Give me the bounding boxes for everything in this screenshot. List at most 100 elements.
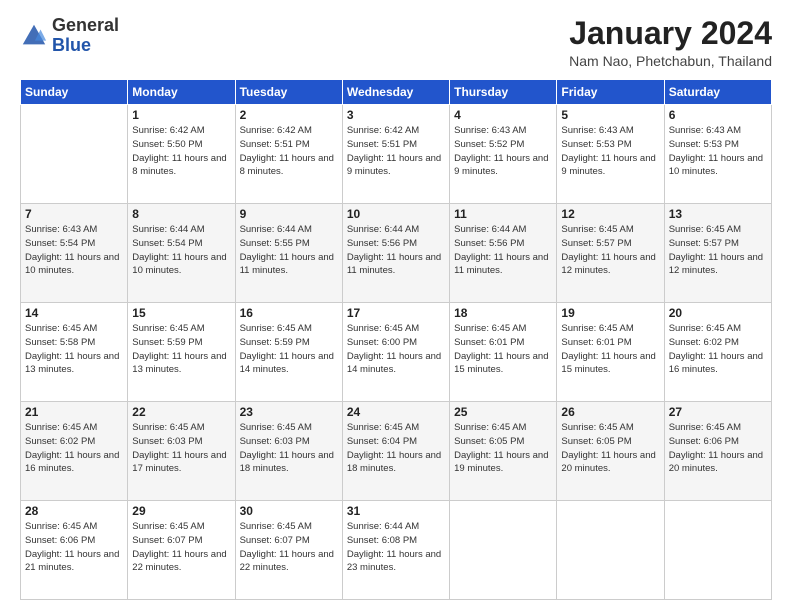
calendar-cell: 17 Sunrise: 6:45 AMSunset: 6:00 PMDayligh… xyxy=(342,303,449,402)
location: Nam Nao, Phetchabun, Thailand xyxy=(569,53,772,69)
logo-blue-text: Blue xyxy=(52,36,119,56)
cell-info: Sunrise: 6:43 AMSunset: 5:54 PMDaylight:… xyxy=(25,223,123,278)
day-number: 24 xyxy=(347,405,445,419)
page: General Blue January 2024 Nam Nao, Phetc… xyxy=(0,0,792,612)
calendar-cell: 1 Sunrise: 6:42 AMSunset: 5:50 PMDaylight… xyxy=(128,105,235,204)
day-number: 31 xyxy=(347,504,445,518)
day-header-wednesday: Wednesday xyxy=(342,80,449,105)
week-row-2: 14Sunrise: 6:45 AMSunset: 5:58 PMDayligh… xyxy=(21,303,772,402)
day-number: 4 xyxy=(454,108,552,122)
cell-info: Sunrise: 6:45 AMSunset: 6:07 PMDaylight:… xyxy=(240,520,338,575)
day-number: 28 xyxy=(25,504,123,518)
calendar-cell xyxy=(664,501,771,600)
cell-info: Sunrise: 6:45 AMSunset: 6:05 PMDaylight:… xyxy=(454,421,552,476)
day-number: 26 xyxy=(561,405,659,419)
logo-text: General Blue xyxy=(52,16,119,56)
week-row-1: 7 Sunrise: 6:43 AMSunset: 5:54 PMDaylight… xyxy=(21,204,772,303)
title-block: January 2024 Nam Nao, Phetchabun, Thaila… xyxy=(569,16,772,69)
day-number: 30 xyxy=(240,504,338,518)
cell-info: Sunrise: 6:45 AMSunset: 5:59 PMDaylight:… xyxy=(240,322,338,377)
cell-info: Sunrise: 6:45 AMSunset: 5:57 PMDaylight:… xyxy=(561,223,659,278)
day-header-thursday: Thursday xyxy=(450,80,557,105)
cell-info: Sunrise: 6:45 AMSunset: 6:02 PMDaylight:… xyxy=(25,421,123,476)
day-number: 12 xyxy=(561,207,659,221)
cell-info: Sunrise: 6:43 AMSunset: 5:53 PMDaylight:… xyxy=(669,124,767,179)
day-number: 6 xyxy=(669,108,767,122)
day-number: 18 xyxy=(454,306,552,320)
day-number: 13 xyxy=(669,207,767,221)
calendar-cell: 10 Sunrise: 6:44 AMSunset: 5:56 PMDayligh… xyxy=(342,204,449,303)
day-number: 1 xyxy=(132,108,230,122)
day-number: 7 xyxy=(25,207,123,221)
calendar-body: 1 Sunrise: 6:42 AMSunset: 5:50 PMDaylight… xyxy=(21,105,772,600)
day-number: 10 xyxy=(347,207,445,221)
calendar-cell: 27Sunrise: 6:45 AMSunset: 6:06 PMDayligh… xyxy=(664,402,771,501)
header-row: SundayMondayTuesdayWednesdayThursdayFrid… xyxy=(21,80,772,105)
day-number: 20 xyxy=(669,306,767,320)
day-number: 9 xyxy=(240,207,338,221)
week-row-4: 28Sunrise: 6:45 AMSunset: 6:06 PMDayligh… xyxy=(21,501,772,600)
cell-info: Sunrise: 6:45 AMSunset: 5:58 PMDaylight:… xyxy=(25,322,123,377)
cell-info: Sunrise: 6:45 AMSunset: 6:00 PMDaylight:… xyxy=(347,322,445,377)
day-number: 22 xyxy=(132,405,230,419)
cell-info: Sunrise: 6:45 AMSunset: 6:05 PMDaylight:… xyxy=(561,421,659,476)
calendar-cell: 18Sunrise: 6:45 AMSunset: 6:01 PMDayligh… xyxy=(450,303,557,402)
day-number: 29 xyxy=(132,504,230,518)
cell-info: Sunrise: 6:44 AMSunset: 6:08 PMDaylight:… xyxy=(347,520,445,575)
cell-info: Sunrise: 6:42 AMSunset: 5:50 PMDaylight:… xyxy=(132,124,230,179)
cell-info: Sunrise: 6:45 AMSunset: 6:02 PMDaylight:… xyxy=(669,322,767,377)
day-number: 19 xyxy=(561,306,659,320)
calendar-cell: 9 Sunrise: 6:44 AMSunset: 5:55 PMDaylight… xyxy=(235,204,342,303)
cell-info: Sunrise: 6:45 AMSunset: 6:03 PMDaylight:… xyxy=(132,421,230,476)
calendar-cell: 12 Sunrise: 6:45 AMSunset: 5:57 PMDayligh… xyxy=(557,204,664,303)
cell-info: Sunrise: 6:43 AMSunset: 5:52 PMDaylight:… xyxy=(454,124,552,179)
day-number: 23 xyxy=(240,405,338,419)
day-header-friday: Friday xyxy=(557,80,664,105)
calendar-cell: 3Sunrise: 6:42 AMSunset: 5:51 PMDaylight… xyxy=(342,105,449,204)
calendar-cell: 20 Sunrise: 6:45 AMSunset: 6:02 PMDayligh… xyxy=(664,303,771,402)
cell-info: Sunrise: 6:43 AMSunset: 5:53 PMDaylight:… xyxy=(561,124,659,179)
calendar-cell: 26 Sunrise: 6:45 AMSunset: 6:05 PMDayligh… xyxy=(557,402,664,501)
week-row-0: 1 Sunrise: 6:42 AMSunset: 5:50 PMDaylight… xyxy=(21,105,772,204)
cell-info: Sunrise: 6:45 AMSunset: 6:06 PMDaylight:… xyxy=(669,421,767,476)
week-row-3: 21Sunrise: 6:45 AMSunset: 6:02 PMDayligh… xyxy=(21,402,772,501)
day-number: 17 xyxy=(347,306,445,320)
day-number: 5 xyxy=(561,108,659,122)
calendar-cell: 25 Sunrise: 6:45 AMSunset: 6:05 PMDayligh… xyxy=(450,402,557,501)
calendar-cell: 22 Sunrise: 6:45 AMSunset: 6:03 PMDayligh… xyxy=(128,402,235,501)
calendar-cell: 30 Sunrise: 6:45 AMSunset: 6:07 PMDayligh… xyxy=(235,501,342,600)
calendar-cell: 28Sunrise: 6:45 AMSunset: 6:06 PMDayligh… xyxy=(21,501,128,600)
calendar-cell: 14Sunrise: 6:45 AMSunset: 5:58 PMDayligh… xyxy=(21,303,128,402)
calendar-cell: 15Sunrise: 6:45 AMSunset: 5:59 PMDayligh… xyxy=(128,303,235,402)
header: General Blue January 2024 Nam Nao, Phetc… xyxy=(20,16,772,69)
calendar-cell: 23 Sunrise: 6:45 AMSunset: 6:03 PMDayligh… xyxy=(235,402,342,501)
cell-info: Sunrise: 6:44 AMSunset: 5:55 PMDaylight:… xyxy=(240,223,338,278)
calendar-cell: 21Sunrise: 6:45 AMSunset: 6:02 PMDayligh… xyxy=(21,402,128,501)
calendar-cell xyxy=(21,105,128,204)
calendar-cell: 7 Sunrise: 6:43 AMSunset: 5:54 PMDaylight… xyxy=(21,204,128,303)
cell-info: Sunrise: 6:42 AMSunset: 5:51 PMDaylight:… xyxy=(240,124,338,179)
day-header-monday: Monday xyxy=(128,80,235,105)
day-number: 15 xyxy=(132,306,230,320)
calendar-cell: 4 Sunrise: 6:43 AMSunset: 5:52 PMDaylight… xyxy=(450,105,557,204)
day-header-saturday: Saturday xyxy=(664,80,771,105)
cell-info: Sunrise: 6:45 AMSunset: 6:03 PMDaylight:… xyxy=(240,421,338,476)
calendar-cell: 31 Sunrise: 6:44 AMSunset: 6:08 PMDayligh… xyxy=(342,501,449,600)
calendar-cell: 6 Sunrise: 6:43 AMSunset: 5:53 PMDaylight… xyxy=(664,105,771,204)
calendar-header: SundayMondayTuesdayWednesdayThursdayFrid… xyxy=(21,80,772,105)
cell-info: Sunrise: 6:44 AMSunset: 5:56 PMDaylight:… xyxy=(347,223,445,278)
calendar-cell: 11Sunrise: 6:44 AMSunset: 5:56 PMDayligh… xyxy=(450,204,557,303)
day-number: 8 xyxy=(132,207,230,221)
logo: General Blue xyxy=(20,16,119,56)
day-number: 3 xyxy=(347,108,445,122)
calendar-cell xyxy=(450,501,557,600)
calendar-table: SundayMondayTuesdayWednesdayThursdayFrid… xyxy=(20,79,772,600)
day-header-tuesday: Tuesday xyxy=(235,80,342,105)
logo-icon xyxy=(20,22,48,50)
calendar-cell: 13Sunrise: 6:45 AMSunset: 5:57 PMDayligh… xyxy=(664,204,771,303)
day-header-sunday: Sunday xyxy=(21,80,128,105)
cell-info: Sunrise: 6:44 AMSunset: 5:54 PMDaylight:… xyxy=(132,223,230,278)
day-number: 11 xyxy=(454,207,552,221)
day-number: 25 xyxy=(454,405,552,419)
calendar-cell: 5 Sunrise: 6:43 AMSunset: 5:53 PMDaylight… xyxy=(557,105,664,204)
